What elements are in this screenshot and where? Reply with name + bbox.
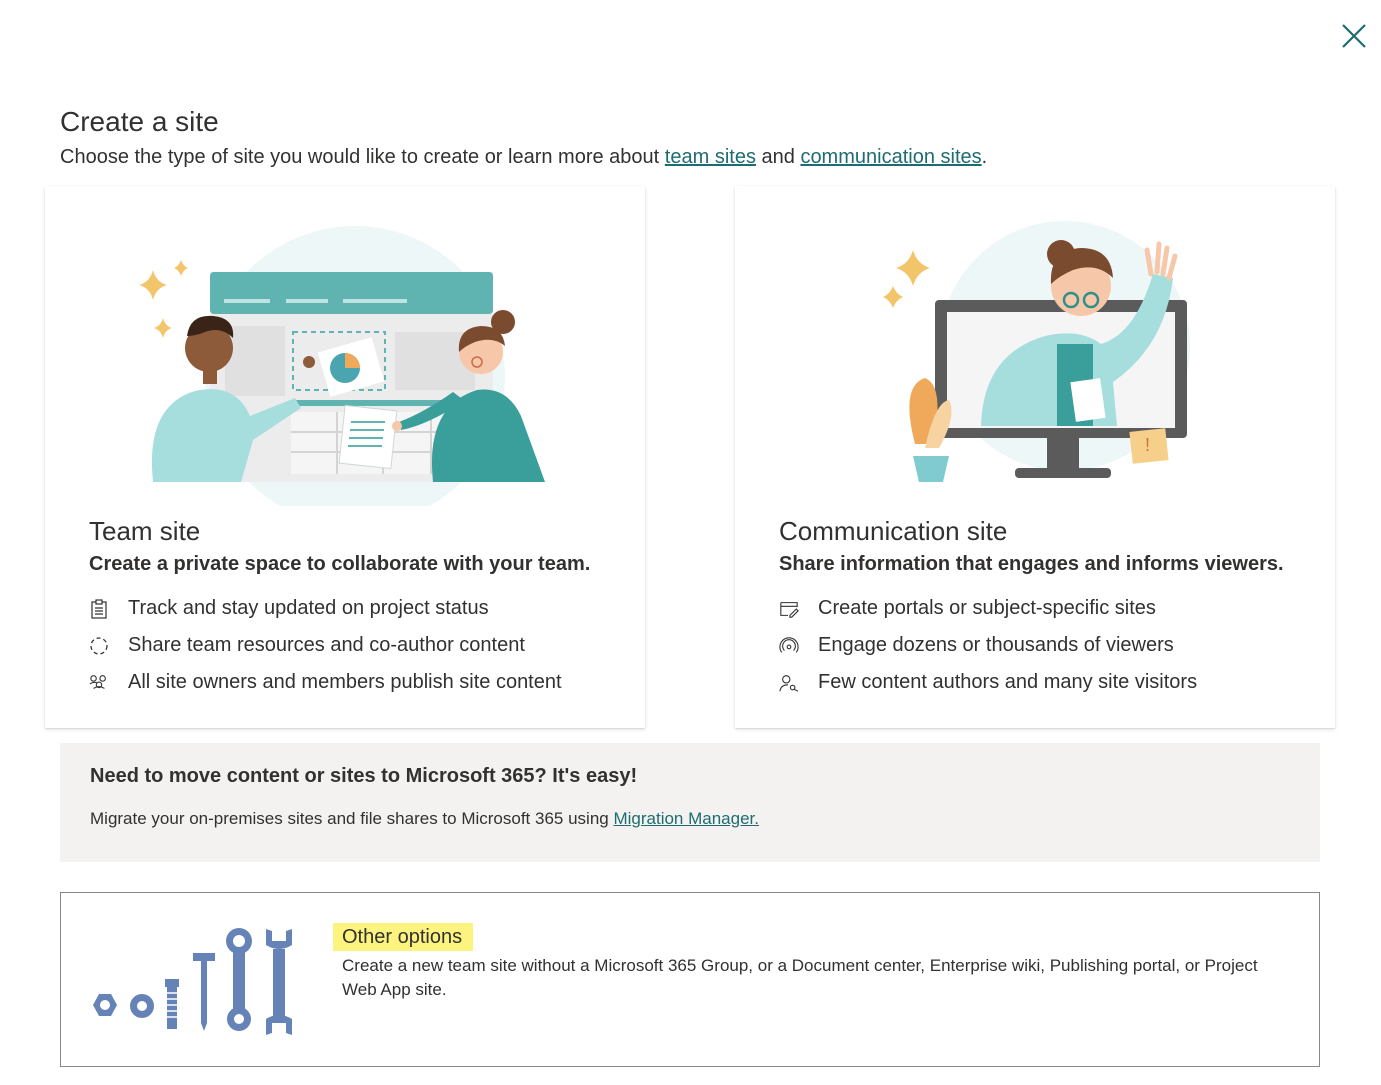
- feature-item: Engage dozens or thousands of viewers: [779, 627, 1197, 664]
- communication-site-tagline: Share information that engages and infor…: [779, 553, 1284, 575]
- feature-item: Track and stay updated on project status: [89, 590, 562, 627]
- broadcast-icon: [779, 636, 799, 656]
- person-key-icon: [779, 673, 799, 693]
- communication-sites-link[interactable]: communication sites: [800, 146, 981, 168]
- close-button[interactable]: [1336, 18, 1372, 54]
- feature-text: Track and stay updated on project status: [128, 597, 489, 619]
- close-icon: [1342, 24, 1366, 48]
- team-sites-link[interactable]: team sites: [665, 146, 756, 168]
- subtitle-suffix: .: [981, 146, 988, 168]
- tools-icon: [93, 928, 292, 1035]
- svg-text:!: !: [1145, 435, 1150, 455]
- team-site-tagline: Create a private space to collaborate wi…: [89, 553, 591, 575]
- migration-manager-link[interactable]: Migration Manager.: [613, 809, 759, 828]
- other-options-title: Other options: [333, 923, 474, 951]
- team-site-illustration: [139, 226, 545, 506]
- sync-icon: [89, 636, 109, 656]
- feature-text: Create portals or subject-specific sites: [818, 597, 1156, 619]
- team-site-title: Team site: [89, 516, 201, 546]
- feature-item: Few content authors and many site visito…: [779, 664, 1197, 701]
- page-title: Create a site: [60, 106, 219, 137]
- other-options-card[interactable]: Other options Create a new team site wit…: [60, 892, 1320, 1067]
- communication-site-features: Create portals or subject-specific sites…: [779, 590, 1197, 701]
- feature-item: Share team resources and co-author conte…: [89, 627, 562, 664]
- page-subtitle: Choose the type of site you would like t…: [60, 146, 987, 169]
- subtitle-and: and: [755, 146, 801, 168]
- communication-site-title: Communication site: [779, 516, 1008, 546]
- feature-text: All site owners and members publish site…: [128, 671, 562, 693]
- feature-item: All site owners and members publish site…: [89, 664, 562, 701]
- team-site-card[interactable]: Team site Create a private space to coll…: [45, 186, 645, 728]
- team-site-features: Track and stay updated on project status…: [89, 590, 562, 701]
- clipboard-icon: [89, 598, 109, 619]
- subtitle-prefix: Choose the type of site you would like t…: [60, 146, 665, 168]
- feature-text: Few content authors and many site visito…: [818, 671, 1198, 693]
- migration-description: Migrate your on-premises sites and file …: [90, 809, 614, 828]
- feature-item: Create portals or subject-specific sites: [779, 590, 1197, 627]
- feature-text: Engage dozens or thousands of viewers: [818, 634, 1174, 656]
- people-icon: [89, 673, 109, 693]
- migration-text: Migrate your on-premises sites and file …: [90, 809, 759, 829]
- migration-banner: Need to move content or sites to Microso…: [60, 743, 1320, 862]
- communication-site-card[interactable]: ! Communication site Share information t…: [735, 186, 1335, 728]
- other-options-description: Create a new team site without a Microso…: [342, 956, 1258, 999]
- edit-page-icon: [779, 599, 799, 619]
- feature-text: Share team resources and co-author conte…: [128, 634, 525, 656]
- communication-site-illustration: !: [883, 221, 1190, 482]
- migration-title: Need to move content or sites to Microso…: [90, 765, 638, 787]
